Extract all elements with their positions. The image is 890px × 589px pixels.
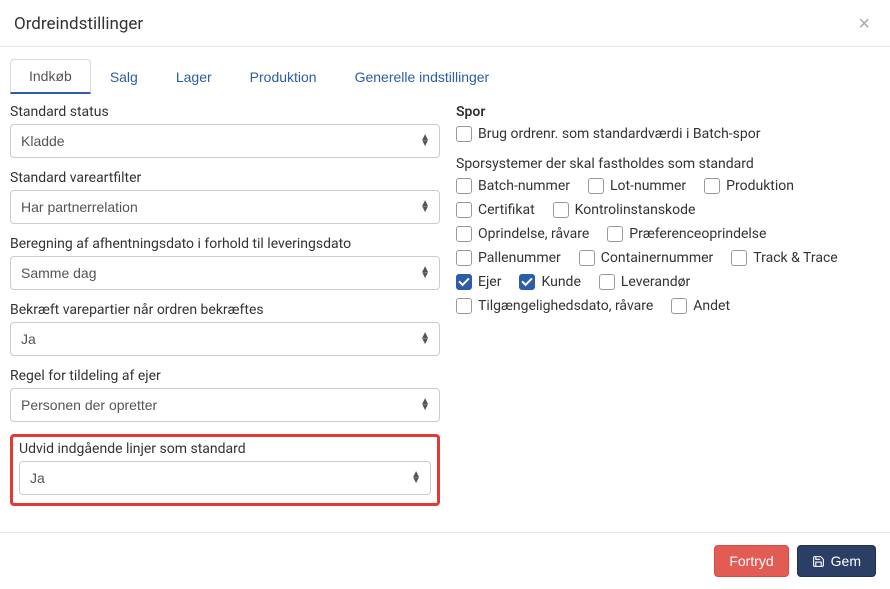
checkbox-track-trace[interactable] — [731, 250, 747, 266]
save-icon — [812, 555, 825, 568]
modal-footer: Fortryd Gem — [0, 532, 890, 589]
highlight-expand-inbound: Udvid indgående linjer som standard Ja ▲… — [10, 434, 440, 506]
checkbox-inspection-code[interactable] — [553, 202, 569, 218]
checkbox-production[interactable] — [704, 178, 720, 194]
label-lot[interactable]: Lot-nummer — [610, 178, 686, 194]
checkbox-pref-origin[interactable] — [607, 226, 623, 242]
label-certificate[interactable]: Certifikat — [478, 202, 535, 218]
label-owner[interactable]: Ejer — [478, 274, 501, 290]
spor-title: Spor — [456, 104, 880, 120]
cancel-button[interactable]: Fortryd — [714, 545, 788, 577]
save-button-label: Gem — [831, 553, 861, 569]
checkbox-lot[interactable] — [588, 178, 604, 194]
select-expand-inbound[interactable]: Ja — [19, 461, 431, 495]
tab-indkob[interactable]: Indkøb — [10, 59, 91, 94]
modal-body: Indkøb Salg Lager Produktion Generelle i… — [0, 47, 890, 532]
checkbox-supplier[interactable] — [599, 274, 615, 290]
tracking-systems-title: Sporsystemer der skal fastholdes som sta… — [456, 156, 880, 172]
checkbox-availability-raw[interactable] — [456, 298, 472, 314]
tabs: Indkøb Salg Lager Produktion Generelle i… — [10, 59, 880, 94]
checkbox-customer[interactable] — [519, 274, 535, 290]
checkbox-origin-raw[interactable] — [456, 226, 472, 242]
label-container[interactable]: Containernummer — [601, 250, 714, 266]
checkbox-container[interactable] — [579, 250, 595, 266]
label-customer[interactable]: Kunde — [541, 274, 580, 290]
label-standard-status: Standard status — [10, 104, 440, 120]
checkbox-owner[interactable] — [456, 274, 472, 290]
modal-title: Ordreindstillinger — [14, 14, 143, 34]
label-use-orderno-default[interactable]: Brug ordrenr. som standardværdi i Batch-… — [478, 126, 761, 142]
select-item-filter[interactable]: Har partnerrelation — [10, 190, 440, 224]
checkbox-certificate[interactable] — [456, 202, 472, 218]
label-supplier[interactable]: Leverandør — [621, 274, 690, 290]
tab-salg[interactable]: Salg — [91, 59, 157, 94]
label-confirm-lots: Bekræft varepartier når ordren bekræftes — [10, 302, 440, 318]
tab-produktion[interactable]: Produktion — [231, 59, 336, 94]
select-pickup-calc[interactable]: Samme dag — [10, 256, 440, 290]
label-batch[interactable]: Batch-nummer — [478, 178, 570, 194]
select-standard-status[interactable]: Kladde — [10, 124, 440, 158]
tab-generelle[interactable]: Generelle indstillinger — [336, 59, 509, 94]
checkbox-other[interactable] — [671, 298, 687, 314]
label-pickup-calc: Beregning af afhentningsdato i forhold t… — [10, 236, 440, 252]
left-column: Standard status Kladde ▲▼ Standard varea… — [10, 104, 440, 506]
label-availability-raw[interactable]: Tilgængelighedsdato, råvare — [478, 298, 653, 314]
order-settings-modal: Ordreindstillinger × Indkøb Salg Lager P… — [0, 0, 890, 589]
right-column: Spor Brug ordrenr. som standardværdi i B… — [456, 104, 880, 506]
label-expand-inbound: Udvid indgående linjer som standard — [19, 441, 431, 457]
tracking-checkbox-group: Batch-nummer Lot-nummer Produktion Certi… — [456, 178, 880, 314]
label-item-filter: Standard vareartfilter — [10, 170, 440, 186]
label-pallet[interactable]: Pallenummer — [478, 250, 561, 266]
checkbox-pallet[interactable] — [456, 250, 472, 266]
modal-header: Ordreindstillinger × — [0, 0, 890, 47]
label-owner-rule: Regel for tildeling af ejer — [10, 368, 440, 384]
select-owner-rule[interactable]: Personen der opretter — [10, 388, 440, 422]
select-confirm-lots[interactable]: Ja — [10, 322, 440, 356]
label-other[interactable]: Andet — [693, 298, 730, 314]
label-production[interactable]: Produktion — [726, 178, 794, 194]
label-origin-raw[interactable]: Oprindelse, råvare — [478, 226, 589, 242]
label-inspection-code[interactable]: Kontrolinstanskode — [575, 202, 696, 218]
label-pref-origin[interactable]: Præferenceoprindelse — [629, 226, 766, 242]
tab-lager[interactable]: Lager — [157, 59, 231, 94]
save-button[interactable]: Gem — [797, 545, 876, 577]
checkbox-batch[interactable] — [456, 178, 472, 194]
label-track-trace[interactable]: Track & Trace — [753, 250, 837, 266]
checkbox-use-orderno-default[interactable] — [456, 126, 472, 142]
close-button[interactable]: × — [856, 14, 872, 34]
